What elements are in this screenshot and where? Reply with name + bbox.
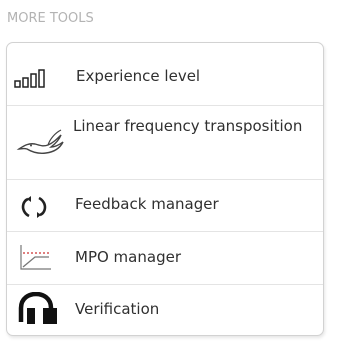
more-tools-panel: Experience level Linear frequency transp… [6, 42, 324, 336]
bird-icon [15, 127, 75, 157]
menu-item-label: Linear frequency transposition [73, 117, 303, 135]
menu-item-experience-level[interactable]: Experience level [7, 43, 323, 106]
menu-item-label: MPO manager [75, 248, 181, 266]
section-title: MORE TOOLS [7, 11, 94, 26]
menu-item-mpo-manager[interactable]: MPO manager [7, 232, 323, 285]
signal-bars-icon [13, 64, 73, 94]
refresh-arrows-icon [19, 192, 49, 222]
menu-item-label: Verification [75, 300, 160, 318]
menu-item-verification[interactable]: Verification [7, 285, 323, 335]
menu-item-feedback-manager[interactable]: Feedback manager [7, 180, 323, 232]
menu-item-linear-frequency-transposition[interactable]: Linear frequency transposition [7, 106, 323, 180]
menu-item-label: Experience level [76, 67, 201, 85]
menu-item-label: Feedback manager [75, 195, 219, 213]
mpo-graph-icon [17, 243, 57, 273]
headset-icon [15, 292, 69, 324]
